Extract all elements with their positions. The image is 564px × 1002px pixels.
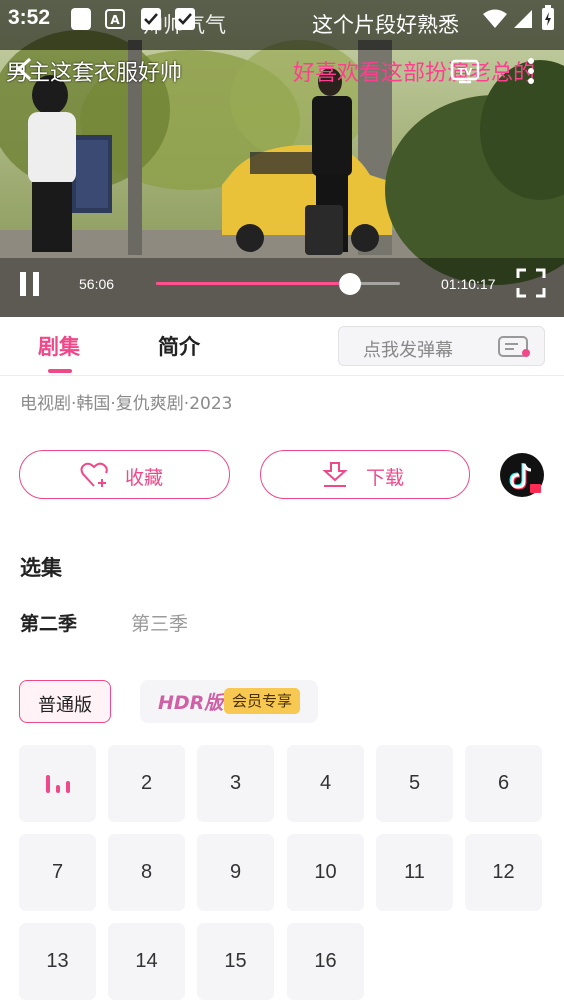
progress-fill: [156, 282, 350, 285]
episode-number: 4: [319, 772, 332, 794]
season-3-tab[interactable]: 第三季: [131, 609, 188, 636]
heart-plus-icon: [80, 462, 108, 487]
progress-bar[interactable]: [156, 282, 400, 285]
douyin-icon: [509, 463, 541, 493]
tab-underline: [48, 369, 72, 373]
status-bar: 3:52 A 帅帅气气 这个片段好熟悉: [0, 0, 564, 44]
status-time: 3:52: [8, 6, 51, 29]
episode-number: 14: [135, 950, 158, 972]
download-button[interactable]: 下载: [260, 450, 470, 499]
notification-text: 这个片段好熟悉: [312, 13, 459, 37]
progress-thumb[interactable]: [338, 273, 361, 295]
episode-number: 6: [497, 772, 510, 794]
download-label: 下载: [366, 467, 405, 489]
episode-button[interactable]: 10: [287, 834, 364, 911]
episode-number: 13: [46, 950, 69, 972]
episode-number: 9: [229, 861, 242, 883]
episode-number: 3: [229, 772, 242, 794]
detail-tabs: 剧集 简介 点我发弹幕: [0, 317, 564, 376]
tv-cast-icon[interactable]: TV: [450, 58, 480, 84]
download-icon: [322, 462, 348, 487]
playing-bars-icon: [46, 775, 70, 793]
episode-number: 11: [404, 861, 425, 883]
more-icon[interactable]: [525, 56, 537, 86]
episode-button[interactable]: 7: [19, 834, 96, 911]
svg-text:A: A: [110, 13, 120, 27]
episode-button[interactable]: 13: [19, 923, 96, 1000]
episode-number: 16: [314, 950, 337, 972]
version-hdr-label: HDR版: [158, 692, 224, 714]
tab-episodes[interactable]: 剧集: [38, 331, 80, 361]
show-tags: 电视剧·韩国·复仇爽剧·2023: [20, 394, 233, 414]
episode-button[interactable]: 11: [376, 834, 453, 911]
episodes-title: 选集: [20, 556, 62, 580]
danmaku-2: 好喜欢看这部扮演老总的: [293, 61, 536, 86]
wifi-icon: [483, 9, 507, 28]
signal-icon: [514, 10, 532, 28]
version-normal-label: 普通版: [38, 695, 92, 716]
vip-badge: 会员专享: [224, 688, 301, 714]
current-time: 56:06: [79, 276, 115, 292]
battery-icon: [542, 5, 554, 30]
svg-text:TV: TV: [458, 67, 473, 78]
episode-button[interactable]: 12: [465, 834, 542, 911]
danmaku-input[interactable]: 点我发弹幕: [338, 326, 545, 366]
episode-button[interactable]: 2: [108, 745, 185, 822]
episode-number: 8: [140, 861, 153, 883]
episode-button[interactable]: 6: [465, 745, 542, 822]
total-time: 01:10:17: [441, 276, 496, 292]
notification-check-icon: [141, 8, 161, 30]
video-player[interactable]: 3:52 A 帅帅气气 这个片段好熟悉 男主这套衣服好帅 好喜欢看这部扮演老总的…: [0, 0, 564, 317]
notification-a-icon: A: [105, 9, 125, 29]
episode-button[interactable]: 3: [197, 745, 274, 822]
season-2-tab[interactable]: 第二季: [20, 609, 77, 636]
episode-number: 7: [51, 861, 64, 883]
danmaku-settings-icon[interactable]: [498, 335, 532, 359]
fullscreen-icon[interactable]: [516, 268, 546, 298]
collect-label: 收藏: [125, 467, 164, 489]
episode-button[interactable]: 14: [108, 923, 185, 1000]
episode-number: 2: [140, 772, 153, 794]
episode-number: 12: [492, 861, 515, 883]
collect-button[interactable]: 收藏: [19, 450, 230, 499]
episode-button[interactable]: 15: [197, 923, 274, 1000]
episode-number: 10: [314, 861, 337, 883]
notification-check-icon-2: [175, 8, 195, 30]
version-hdr-button[interactable]: HDR版 会员专享: [140, 680, 318, 723]
back-icon[interactable]: [14, 56, 36, 82]
douyin-share-button[interactable]: [500, 453, 544, 497]
notification-app-icon: [71, 8, 91, 30]
danmaku-placeholder: 点我发弹幕: [363, 340, 453, 361]
episode-button[interactable]: 5: [376, 745, 453, 822]
tab-intro[interactable]: 简介: [158, 331, 200, 361]
episode-button[interactable]: 9: [197, 834, 274, 911]
episode-button[interactable]: 8: [108, 834, 185, 911]
episode-number: 15: [224, 950, 247, 972]
episode-button[interactable]: 4: [287, 745, 364, 822]
version-normal-button[interactable]: 普通版: [19, 680, 111, 723]
episode-button[interactable]: 16: [287, 923, 364, 1000]
video-frame: [0, 0, 564, 317]
episode-number: 5: [408, 772, 421, 794]
pause-icon[interactable]: [17, 270, 43, 298]
episode-playing[interactable]: [19, 745, 96, 822]
